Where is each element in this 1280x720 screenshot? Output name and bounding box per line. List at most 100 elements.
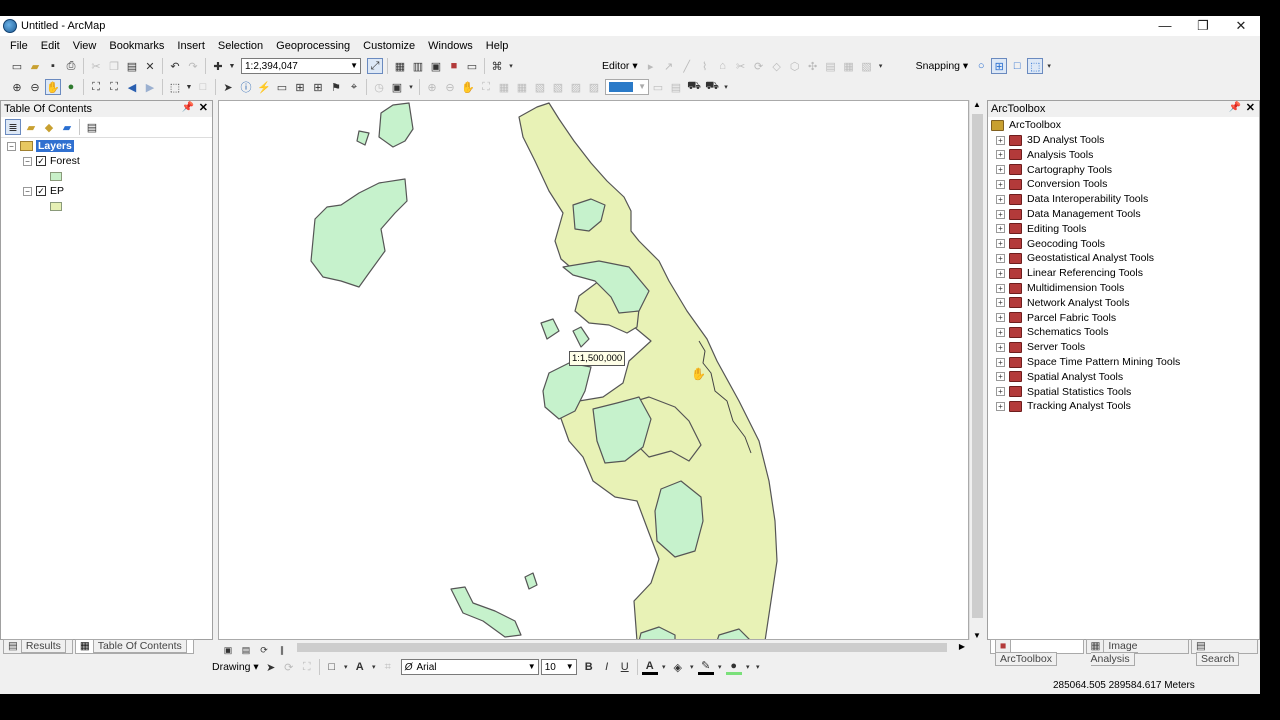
toolbox-item-label[interactable]: Network Analyst Tools: [1027, 297, 1130, 309]
cut-icon[interactable]: ✂: [88, 58, 104, 74]
find-route-icon[interactable]: ⚑: [328, 79, 344, 95]
list-by-visibility-icon[interactable]: ◆: [41, 119, 57, 135]
toolbox-item-label[interactable]: Data Interoperability Tools: [1027, 193, 1148, 205]
html-popup-icon[interactable]: ▭: [274, 79, 290, 95]
expand-icon[interactable]: +: [996, 194, 1005, 204]
georef-tool-6-icon[interactable]: ▦: [514, 79, 530, 95]
snapping-menu[interactable]: Snapping ▾: [916, 60, 969, 72]
layout-toolbar-options-icon[interactable]: ▾: [722, 79, 730, 95]
rotate-element-icon[interactable]: ⟳: [281, 659, 297, 675]
search-window-icon[interactable]: ▣: [428, 58, 444, 74]
collapse-icon[interactable]: −: [23, 186, 32, 196]
georef-tool-5-icon[interactable]: ▦: [496, 79, 512, 95]
map-scale-combo[interactable]: 1:2,394,047 ▼: [241, 58, 361, 74]
undo-icon[interactable]: ↶: [167, 58, 183, 74]
close-icon[interactable]: ✕: [199, 101, 208, 114]
scroll-right-icon[interactable]: ▶: [959, 642, 965, 651]
rotate-tool-icon[interactable]: ⟳: [751, 58, 767, 74]
toolbox-item-label[interactable]: Server Tools: [1027, 341, 1085, 353]
save-icon[interactable]: ▪: [45, 58, 61, 74]
georef-tool-3-icon[interactable]: ✋: [460, 79, 476, 95]
pin-icon[interactable]: 📌: [182, 102, 194, 113]
toolbox-item[interactable]: + Conversion Tools: [996, 177, 1107, 191]
scroll-down-icon[interactable]: ▼: [973, 631, 981, 640]
expand-icon[interactable]: +: [996, 224, 1005, 234]
select-elements-icon[interactable]: ➤: [220, 79, 236, 95]
menu-help[interactable]: Help: [486, 40, 509, 52]
add-data-icon[interactable]: ✚: [210, 58, 226, 74]
toolbox-item[interactable]: + Data Interoperability Tools: [996, 192, 1148, 206]
expand-icon[interactable]: +: [996, 387, 1005, 397]
edit-vertices-icon[interactable]: ⌗: [380, 659, 396, 675]
point-snapping-icon[interactable]: ○: [973, 58, 989, 74]
layout-tool-4-icon[interactable]: ⛟: [704, 79, 720, 95]
straight-segment-icon[interactable]: ╱: [679, 58, 695, 74]
toolbox-item[interactable]: + Linear Referencing Tools: [996, 266, 1143, 280]
toolbox-item[interactable]: + Multidimension Tools: [996, 281, 1124, 295]
expand-icon[interactable]: +: [996, 239, 1005, 249]
collapse-icon[interactable]: −: [23, 156, 32, 166]
menu-bookmarks[interactable]: Bookmarks: [109, 40, 164, 52]
go-to-xy-icon[interactable]: ⌖: [346, 79, 362, 95]
open-folder-icon[interactable]: ▰: [27, 58, 43, 74]
expand-icon[interactable]: +: [996, 313, 1005, 323]
vertex-snapping-icon[interactable]: □: [1009, 58, 1025, 74]
marker-color-dropdown-icon[interactable]: ▾: [744, 659, 752, 675]
text-dropdown-icon[interactable]: ▾: [370, 659, 378, 675]
catalog-icon[interactable]: ▥: [410, 58, 426, 74]
layer-name[interactable]: EP: [50, 185, 64, 197]
end-snapping-icon[interactable]: ⊞: [991, 58, 1008, 74]
fill-color-icon[interactable]: ◈: [670, 659, 686, 675]
georef-tool-4-icon[interactable]: ⛶: [478, 79, 494, 95]
layout-tool-3-icon[interactable]: ⛟: [686, 79, 702, 95]
font-color-button[interactable]: A: [641, 659, 658, 675]
fill-color-combo[interactable]: ▼: [605, 79, 649, 95]
toolbox-item[interactable]: + Spatial Statistics Tools: [996, 385, 1131, 399]
attributes-icon[interactable]: ▤: [823, 58, 839, 74]
editor-menu[interactable]: Editor ▾: [602, 60, 638, 72]
add-data-dropdown-icon[interactable]: ▼: [228, 58, 236, 74]
toolbox-item-label[interactable]: Cartography Tools: [1027, 164, 1112, 176]
toc-options-icon[interactable]: ▤: [84, 119, 100, 135]
sketch-properties-icon[interactable]: ▦: [841, 58, 857, 74]
toc-legend-forest[interactable]: [50, 169, 62, 183]
pause-drawing-icon[interactable]: ∥: [274, 642, 290, 658]
expand-icon[interactable]: +: [996, 327, 1005, 337]
pin-icon[interactable]: 📌: [1229, 102, 1241, 113]
menu-customize[interactable]: Customize: [363, 40, 415, 52]
model-builder-icon[interactable]: ⌘: [489, 58, 505, 74]
paste-icon[interactable]: ▤: [124, 58, 140, 74]
select-features-dropdown-icon[interactable]: ▼: [185, 79, 193, 95]
fill-color-dropdown-icon[interactable]: ▾: [688, 659, 696, 675]
expand-icon[interactable]: +: [996, 372, 1005, 382]
line-color-dropdown-icon[interactable]: ▾: [716, 659, 724, 675]
vertex-icon[interactable]: ◇: [769, 58, 785, 74]
scrollbar-thumb[interactable]: [972, 114, 983, 618]
toolbox-item[interactable]: + Tracking Analyst Tools: [996, 399, 1131, 413]
layout-tool-2-icon[interactable]: ▤: [668, 79, 684, 95]
toolbox-item-label[interactable]: Schematics Tools: [1027, 326, 1109, 338]
fixed-zoom-in-icon[interactable]: ⛶: [88, 79, 104, 95]
menu-geoprocessing[interactable]: Geoprocessing: [276, 40, 350, 52]
measure-icon[interactable]: ⊞: [292, 79, 308, 95]
toolbox-item-label[interactable]: Analysis Tools: [1027, 149, 1093, 161]
go-back-icon[interactable]: ◀: [124, 79, 140, 95]
font-color-dropdown-icon[interactable]: ▾: [660, 659, 668, 675]
pan-icon[interactable]: ✋: [45, 79, 61, 95]
tab-search[interactable]: ▤ Search: [1191, 638, 1258, 666]
list-by-source-icon[interactable]: ▰: [23, 119, 39, 135]
arctoolbox-icon[interactable]: ■: [446, 58, 462, 74]
toolbox-item-label[interactable]: Geostatistical Analyst Tools: [1027, 252, 1154, 264]
expand-icon[interactable]: +: [996, 342, 1005, 352]
tab-results[interactable]: ▤ Results: [3, 638, 73, 654]
line-color-icon[interactable]: ✎: [697, 659, 714, 675]
georef-tool-8-icon[interactable]: ▧: [550, 79, 566, 95]
marker-color-icon[interactable]: ●: [725, 659, 742, 675]
map-vertical-scrollbar[interactable]: ▲ ▼: [969, 100, 984, 640]
editor-toolbar-icon[interactable]: ⤢: [367, 58, 383, 74]
snapping-toolbar-options-icon[interactable]: ▾: [1045, 58, 1053, 74]
print-icon[interactable]: ⎙: [63, 58, 79, 74]
arctoolbox-root-label[interactable]: ArcToolbox: [1009, 119, 1061, 131]
time-slider-icon[interactable]: ◷: [371, 79, 387, 95]
toc-layer-forest[interactable]: − ✓ Forest: [23, 154, 80, 168]
